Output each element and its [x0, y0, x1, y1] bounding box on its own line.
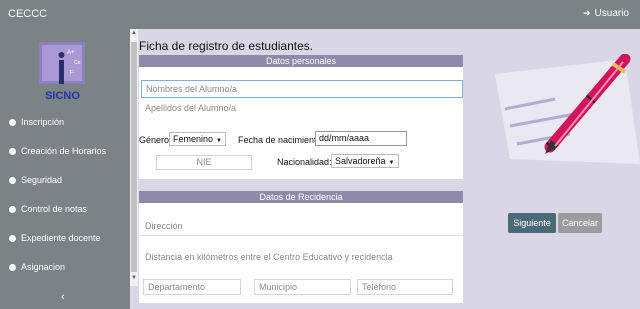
section-header-personal: Datos personales [139, 55, 463, 67]
direccion-input[interactable]: Dirección [141, 218, 463, 236]
nav-label: Expediente docente [21, 233, 101, 243]
logo-grade-f: F- [70, 70, 75, 76]
apellidos-input[interactable]: Apellidos del Alumno/a [141, 100, 463, 118]
sidebar: A+ Co F- SICNO Inscripción Creación de H… [0, 29, 130, 309]
scroll-up-icon[interactable]: ▲ [131, 30, 137, 36]
nav-label: Creación de Horarios [21, 146, 107, 156]
fecha-label: Fecha de nacimiento [238, 135, 322, 145]
cancelar-button[interactable]: Cancelar [558, 213, 602, 233]
user-label: Usuario [594, 8, 629, 19]
nombres-input[interactable]: Nombres del Alumno/a [141, 80, 463, 98]
nav-inscripcion[interactable]: Inscripción [9, 117, 64, 127]
brand-title[interactable]: CECCC [8, 8, 47, 20]
bullet-icon [9, 118, 16, 126]
nav-seguridad[interactable]: Seguridad [9, 175, 62, 185]
municipio-input[interactable]: Municipio [254, 279, 351, 295]
nacionalidad-select[interactable]: Salvadoreña ▼ [331, 154, 399, 168]
logo-text: SICNO [45, 90, 80, 102]
sicno-logo: A+ Co F- SICNO [39, 42, 85, 102]
nav-expediente-docente[interactable]: Expediente docente [9, 233, 101, 243]
genero-select[interactable]: Femenino ▼ [169, 132, 226, 146]
user-menu[interactable]: ➔ Usuario [583, 8, 629, 19]
nav-label: Seguridad [21, 175, 63, 185]
nav-asignacion[interactable]: Asignacion [9, 262, 65, 272]
logo-grade-co: Co [74, 60, 81, 66]
fecha-input[interactable]: dd/mm/aaaa [315, 131, 407, 146]
section-header-residencia: Datos de Recidencia [139, 191, 463, 203]
genero-value: Femenino [173, 134, 214, 144]
nacionalidad-value: Salvadoreña [335, 156, 386, 166]
scroll-thumb[interactable] [131, 42, 137, 272]
collapse-sidebar-icon[interactable]: ‹ [61, 291, 65, 303]
chevron-down-icon: ▼ [216, 138, 222, 144]
nav-label: Control de notas [21, 204, 88, 214]
siguiente-button[interactable]: Siguiente [508, 213, 556, 233]
bullet-icon [9, 263, 16, 271]
bullet-icon [9, 205, 16, 213]
bullet-icon [9, 147, 16, 155]
nav-control-notas[interactable]: Control de notas [9, 204, 87, 214]
sign-in-icon: ➔ [582, 8, 591, 18]
logo-grade-a: A+ [67, 50, 75, 56]
form-title: Ficha de registro de estudiantes. [139, 39, 314, 53]
nav-label: Inscripción [21, 117, 65, 127]
nie-input[interactable]: NIE [156, 155, 252, 170]
nav-creacion-horarios[interactable]: Creación de Horarios [9, 146, 106, 156]
departamento-input[interactable]: Departamento [143, 279, 241, 295]
nav-label: Asignacion [21, 262, 66, 272]
pen-paper-illustration [495, 54, 640, 164]
bullet-icon [9, 234, 16, 242]
nacionalidad-label: Nacionalidad: [277, 157, 332, 167]
form-scrollbar[interactable]: ▲ ▼ [130, 29, 138, 286]
chevron-down-icon: ▼ [388, 160, 395, 166]
bullet-icon [9, 176, 16, 184]
distancia-input[interactable]: Distancia en kilómetros entre el Centro … [141, 249, 463, 267]
top-bar: CECCC ➔ Usuario [0, 0, 640, 29]
telefono-input[interactable]: Teléfono [357, 279, 453, 295]
scroll-down-icon[interactable]: ▼ [131, 275, 137, 281]
